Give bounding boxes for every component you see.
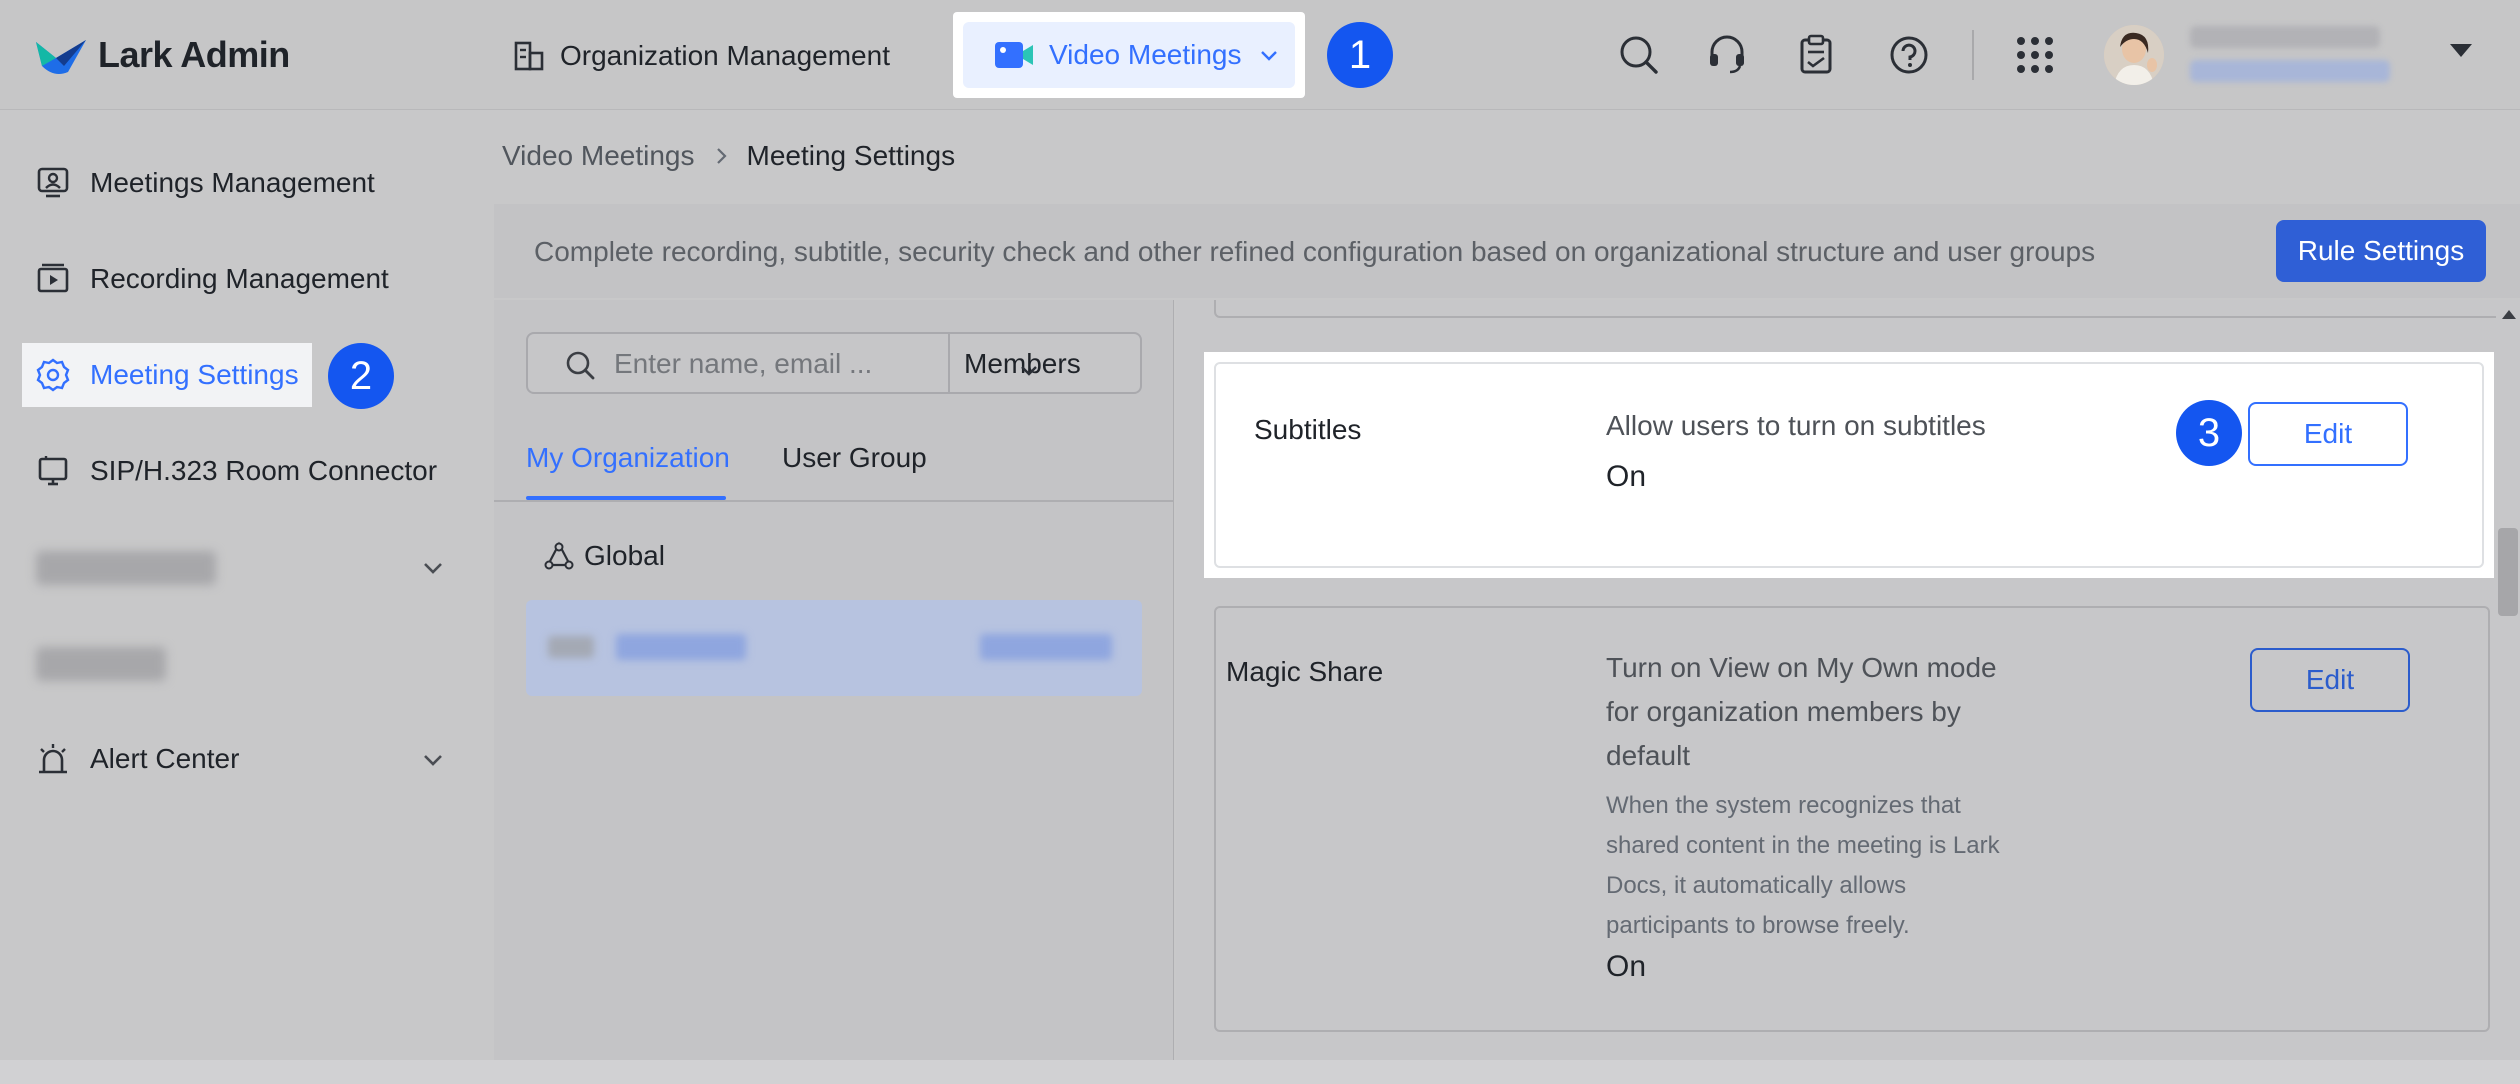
setting-title: Subtitles: [1254, 414, 1362, 445]
scroll-up-arrow-icon[interactable]: [2502, 310, 2516, 319]
chevron-down-icon: [1260, 51, 1277, 61]
subtitles-edit-button[interactable]: Edit: [2248, 402, 2408, 466]
previous-card-edge: [1214, 300, 2502, 318]
tabs-divider: [494, 500, 1174, 502]
app-name: Lark Admin: [98, 34, 290, 75]
user-avatar[interactable]: [2104, 25, 2164, 85]
headset-icon[interactable]: [1704, 32, 1750, 78]
chevron-down-icon[interactable]: [420, 555, 446, 581]
step-badge-3: 3: [2176, 400, 2242, 466]
nav-video-meetings-label: Video Meetings: [1049, 39, 1242, 70]
video-camera-icon: [995, 42, 1033, 68]
help-icon[interactable]: [1886, 32, 1932, 78]
tab-my-organization[interactable]: My Organization: [526, 442, 730, 474]
sidebar-item-label: Alert Center: [90, 743, 240, 774]
chevron-down-icon[interactable]: [420, 747, 446, 773]
tree-item-global[interactable]: Global: [544, 536, 665, 576]
info-banner: Complete recording, subtitle, security c…: [494, 204, 2520, 298]
sidebar-item-alert-center[interactable]: Alert Center: [22, 727, 239, 791]
scrollbar[interactable]: [2496, 300, 2520, 1060]
breadcrumb: Video Meetings Meeting Settings: [502, 140, 955, 172]
chevron-right-icon: [716, 148, 727, 164]
user-name-blurred: [2190, 26, 2380, 48]
sidebar-item-blurred[interactable]: [36, 551, 216, 585]
sidebar: Meetings Management Recording Management…: [0, 111, 492, 1061]
sidebar-item-meetings-management[interactable]: Meetings Management: [22, 151, 375, 215]
sidebar-item-label: SIP/H.323 Room Connector: [90, 455, 438, 486]
recording-icon: [37, 263, 69, 293]
sidebar-item-label: Recording Management: [90, 263, 389, 294]
user-menu-dropdown-icon[interactable]: [2450, 44, 2472, 57]
nav-organization-management[interactable]: Organization Management: [512, 32, 890, 80]
magic-share-edit-button[interactable]: Edit: [2250, 648, 2410, 712]
setting-title: Magic Share: [1226, 656, 1384, 687]
top-bar: Lark Admin Organization Management Video…: [0, 0, 2520, 110]
settings-panel: Subtitles Allow users to turn on subtitl…: [1176, 300, 2502, 1060]
sidebar-item-meeting-settings[interactable]: Meeting Settings: [22, 343, 312, 407]
tree-item-selected-blurred[interactable]: [526, 600, 1142, 696]
sidebar-item-label: Meeting Settings: [90, 359, 299, 390]
alarm-icon: [39, 744, 67, 774]
subtitles-highlight: Subtitles Allow users to turn on subtitl…: [1204, 352, 2494, 578]
search-separator: [948, 334, 950, 392]
setting-description: Turn on View on My Own mode for organiza…: [1606, 652, 1997, 771]
sidebar-item-blurred[interactable]: [36, 647, 166, 681]
topbar-divider: [1972, 30, 1974, 80]
sidebar-item-recording-management[interactable]: Recording Management: [22, 247, 389, 311]
setting-note: When the system recognizes that shared c…: [1606, 792, 2000, 939]
breadcrumb-current: Meeting Settings: [746, 140, 956, 171]
members-filter-select[interactable]: Members: [964, 344, 1081, 384]
lark-bird-icon: [36, 40, 86, 74]
user-org-blurred: [2190, 60, 2390, 82]
rule-settings-button[interactable]: Rule Settings: [2276, 220, 2486, 282]
step-badge-1: 1: [1327, 22, 1393, 88]
scrollbar-thumb[interactable]: [2498, 528, 2518, 616]
video-meetings-highlight: Video Meetings: [953, 12, 1305, 98]
sidebar-item-label: Meetings Management: [90, 167, 375, 198]
tab-user-group[interactable]: User Group: [782, 442, 927, 474]
search-icon[interactable]: [1616, 32, 1662, 78]
sidebar-item-sip-room-connector[interactable]: SIP/H.323 Room Connector: [22, 439, 437, 503]
setting-value: On: [1606, 950, 1647, 983]
apps-grid-icon[interactable]: [2012, 32, 2058, 78]
member-search: Members: [526, 332, 1142, 394]
setting-card-subtitles: Subtitles Allow users to turn on subtitl…: [1214, 362, 2484, 568]
organization-panel: Members My Organization User Group Globa…: [494, 300, 1174, 1060]
setting-value: On: [1606, 460, 1647, 493]
room-connector-icon: [38, 456, 68, 486]
setting-description: Allow users to turn on subtitles: [1606, 410, 1986, 441]
organization-tree-icon: [544, 541, 574, 570]
clipboard-check-icon[interactable]: [1794, 32, 1840, 78]
step-badge-2: 2: [328, 343, 394, 409]
search-input[interactable]: [614, 344, 914, 384]
breadcrumb-parent[interactable]: Video Meetings: [502, 140, 695, 172]
blurred-org-name: [616, 634, 746, 660]
nav-organization-label: Organization Management: [560, 40, 890, 71]
tree-item-label: Global: [584, 540, 665, 571]
gear-icon: [36, 358, 70, 392]
meetings-management-icon: [37, 167, 69, 198]
lark-logo[interactable]: Lark Admin: [34, 28, 290, 82]
blurred-icon: [548, 636, 594, 658]
blurred-action: [980, 634, 1112, 660]
building-icon: [514, 41, 544, 71]
search-icon: [566, 351, 595, 380]
nav-video-meetings[interactable]: Video Meetings: [963, 22, 1295, 88]
banner-text: Complete recording, subtitle, security c…: [534, 236, 2096, 267]
chevron-down-icon: [1021, 366, 1037, 376]
bottom-strip: [0, 1060, 2520, 1084]
setting-card-magic-share: Magic Share Turn on View on My Own mode …: [1214, 606, 2490, 1032]
